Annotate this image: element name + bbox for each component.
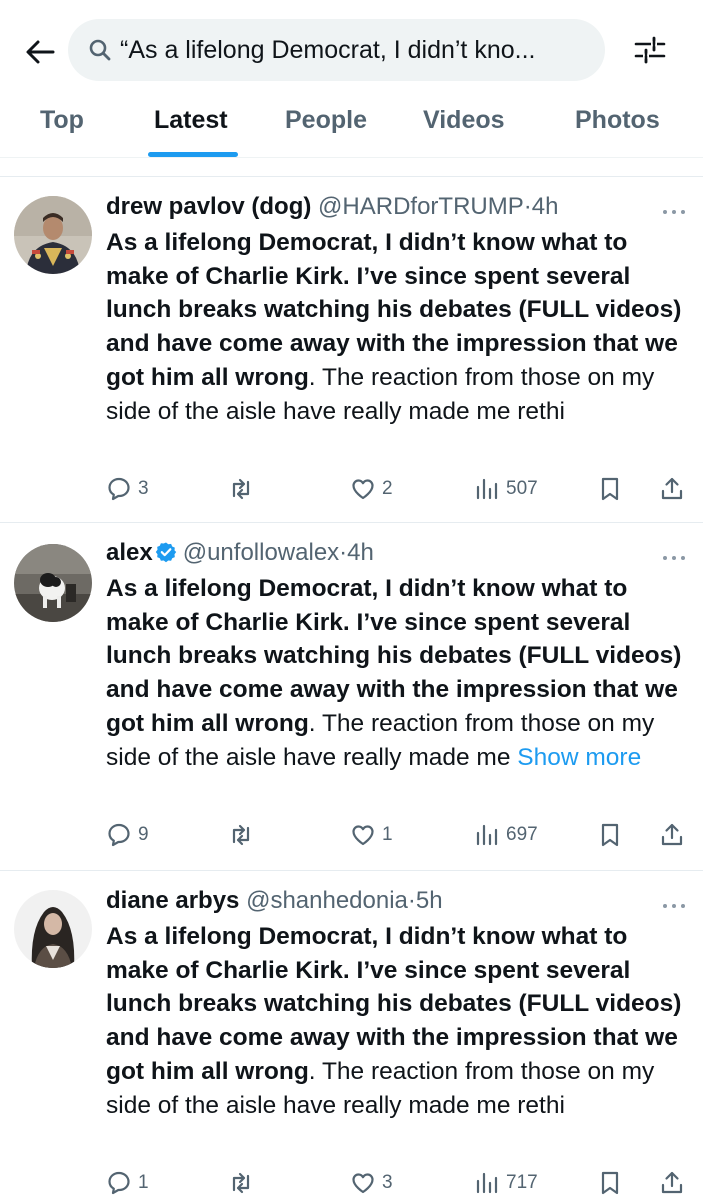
repost-button[interactable] xyxy=(228,1166,260,1200)
views-icon xyxy=(476,478,498,500)
bookmark-icon xyxy=(601,477,619,501)
like-count: 2 xyxy=(382,478,393,499)
bookmark-icon xyxy=(601,1171,619,1195)
like-count: 3 xyxy=(382,1172,393,1193)
views-button[interactable]: 697 xyxy=(474,818,538,852)
search-input[interactable]: “As a lifelong Democrat, I didn’t kno... xyxy=(68,19,605,81)
tweet[interactable]: diane arbys @shanhedonia·5h As a lifelon… xyxy=(0,870,703,1200)
display-name[interactable]: drew pavlov (dog) xyxy=(106,193,311,220)
repost-button[interactable] xyxy=(228,818,260,852)
repost-icon xyxy=(232,1172,250,1194)
reply-button[interactable]: 9 xyxy=(106,818,149,852)
more-icon[interactable] xyxy=(661,204,687,214)
search-icon xyxy=(88,38,112,62)
views-count: 507 xyxy=(506,478,538,499)
separator-dot: · xyxy=(407,887,416,914)
divider xyxy=(0,157,703,158)
reply-count: 1 xyxy=(138,1172,149,1193)
like-count: 1 xyxy=(382,824,393,845)
reply-count: 9 xyxy=(138,824,149,845)
bookmark-button[interactable] xyxy=(597,1166,623,1200)
share-icon xyxy=(661,1171,683,1194)
like-icon xyxy=(352,825,374,846)
share-button[interactable] xyxy=(659,472,685,506)
avatar[interactable] xyxy=(14,890,92,968)
share-button[interactable] xyxy=(659,818,685,852)
like-button[interactable]: 2 xyxy=(350,472,393,506)
separator-dot: · xyxy=(523,193,532,220)
timestamp[interactable]: 4h xyxy=(532,193,559,220)
like-icon xyxy=(352,1173,374,1194)
search-tabs: Top Latest People Videos Photos xyxy=(0,96,703,158)
views-count: 717 xyxy=(506,1172,538,1193)
views-icon xyxy=(476,824,498,846)
reply-count: 3 xyxy=(138,478,149,499)
back-arrow-icon[interactable] xyxy=(22,34,58,70)
display-name[interactable]: alex xyxy=(106,539,153,566)
tweet[interactable]: drew pavlov (dog) @HARDforTRUMP·4h As a … xyxy=(0,176,703,522)
tweet-text: As a lifelong Democrat, I didn’t know wh… xyxy=(106,920,696,1122)
tab-top[interactable]: Top xyxy=(40,106,84,135)
tab-videos[interactable]: Videos xyxy=(423,106,505,135)
verified-badge-icon xyxy=(155,542,176,563)
share-icon xyxy=(661,823,683,846)
like-button[interactable]: 3 xyxy=(350,1166,393,1200)
separator-dot: · xyxy=(339,539,348,566)
timestamp[interactable]: 4h xyxy=(347,539,374,566)
show-more-link[interactable]: Show more xyxy=(517,744,641,771)
reply-button[interactable]: 1 xyxy=(106,1166,149,1200)
views-icon xyxy=(476,1172,498,1194)
views-count: 697 xyxy=(506,824,538,845)
tweet[interactable]: alex @unfollowalex·4h As a lifelong Democ… xyxy=(0,522,703,870)
reply-icon xyxy=(108,477,130,501)
user-handle[interactable]: @unfollowalex xyxy=(183,539,339,566)
tab-people[interactable]: People xyxy=(285,106,367,135)
tab-latest[interactable]: Latest xyxy=(154,106,228,135)
tweet-actions: 3 2 507 xyxy=(0,472,703,506)
reply-button[interactable]: 3 xyxy=(106,472,149,506)
like-button[interactable]: 1 xyxy=(350,818,393,852)
reply-icon xyxy=(108,1171,130,1195)
timestamp[interactable]: 5h xyxy=(416,887,443,914)
user-handle[interactable]: @HARDforTRUMP xyxy=(318,193,524,220)
tweet-header: alex @unfollowalex·4h xyxy=(106,538,374,568)
share-icon xyxy=(661,477,683,500)
avatar[interactable] xyxy=(14,196,92,274)
repost-icon xyxy=(232,824,250,846)
divider xyxy=(0,176,703,177)
bookmark-button[interactable] xyxy=(597,472,623,506)
tweet-text: As a lifelong Democrat, I didn’t know wh… xyxy=(106,226,696,428)
more-icon[interactable] xyxy=(661,550,687,560)
share-button[interactable] xyxy=(659,1166,685,1200)
search-query-text: “As a lifelong Democrat, I didn’t kno... xyxy=(120,36,536,64)
search-header: “As a lifelong Democrat, I didn’t kno...… xyxy=(0,0,703,160)
tweet-text: As a lifelong Democrat, I didn’t know wh… xyxy=(106,572,696,774)
tweet-header: drew pavlov (dog) @HARDforTRUMP·4h xyxy=(106,192,558,222)
user-handle[interactable]: @shanhedonia xyxy=(246,887,408,914)
views-button[interactable]: 717 xyxy=(474,1166,538,1200)
divider xyxy=(0,522,703,523)
reply-icon xyxy=(108,823,130,847)
display-name[interactable]: diane arbys xyxy=(106,887,239,914)
tweet-actions: 1 3 717 xyxy=(0,1166,703,1200)
bookmark-icon xyxy=(601,823,619,847)
views-button[interactable]: 507 xyxy=(474,472,538,506)
repost-icon xyxy=(232,478,250,500)
more-icon[interactable] xyxy=(661,898,687,908)
like-icon xyxy=(352,479,374,500)
tweet-header: diane arbys @shanhedonia·5h xyxy=(106,886,443,916)
bookmark-button[interactable] xyxy=(597,818,623,852)
repost-button[interactable] xyxy=(228,472,260,506)
avatar[interactable] xyxy=(14,544,92,622)
filter-icon[interactable] xyxy=(632,32,668,68)
tab-photos[interactable]: Photos xyxy=(575,106,660,135)
tweet-actions: 9 1 697 xyxy=(0,818,703,852)
divider xyxy=(0,870,703,871)
